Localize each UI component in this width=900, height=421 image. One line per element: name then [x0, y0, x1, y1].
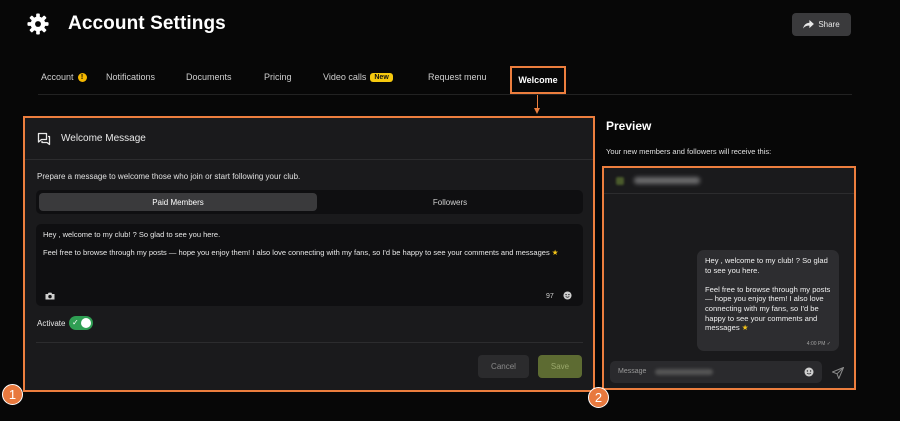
tab-account-label: Account [41, 72, 74, 82]
tab-pricing[interactable]: Pricing [264, 72, 292, 82]
message-text-line: Feel free to browse through my posts — h… [43, 248, 559, 257]
panel-divider [36, 342, 583, 343]
message-input[interactable]: Message [610, 361, 822, 383]
warning-icon: ! [77, 72, 87, 82]
blurred-username [655, 369, 713, 375]
message-text-line: Hey , welcome to my club! ? So glad to s… [43, 230, 221, 239]
tabs-divider [38, 94, 852, 95]
bubble-paragraph: Feel free to browse through my posts — h… [705, 285, 835, 333]
tab-video-calls[interactable]: Video calls New [323, 72, 393, 82]
star-icon: ★ [551, 248, 559, 257]
toggle-knob [81, 318, 91, 328]
message-text: Feel free to browse through my posts — h… [43, 248, 550, 257]
audience-segmented-control: Paid Members Followers [36, 190, 583, 214]
tab-notifications[interactable]: Notifications [106, 72, 155, 82]
share-button[interactable]: Share [792, 13, 851, 36]
message-icon [37, 132, 51, 146]
chat-header [604, 168, 854, 194]
preview-title: Preview [606, 119, 652, 133]
panel-header: Welcome Message [25, 118, 593, 160]
tab-welcome-label: Welcome [518, 75, 558, 85]
emoji-icon[interactable] [804, 367, 814, 377]
tab-request-menu-label: Request menu [428, 72, 487, 82]
panel-description: Prepare a message to welcome those who j… [37, 172, 301, 181]
cancel-button[interactable]: Cancel [478, 355, 529, 378]
message-placeholder: Message [618, 368, 647, 375]
avatar [616, 177, 624, 185]
check-icon: ✓ [72, 318, 79, 327]
annotation-marker-1: 1 [2, 384, 23, 405]
bubble-text: Hey , welcome to my club! ? So glad to s… [705, 256, 835, 333]
activate-toggle[interactable]: ✓ [69, 316, 93, 330]
bubble-text-body: Feel free to browse through my posts — h… [705, 284, 831, 333]
message-time: 4:00 PM ✓ [807, 341, 831, 347]
bubble-paragraph: Hey , welcome to my club! ? So glad to s… [705, 256, 828, 275]
page-title: Account Settings [68, 13, 226, 34]
tab-account[interactable]: Account ! [41, 72, 87, 82]
annotation-marker-2: 2 [588, 387, 609, 408]
share-arrow-icon [803, 20, 815, 29]
segment-followers[interactable]: Followers [320, 193, 580, 211]
tab-request-menu[interactable]: Request menu [428, 72, 487, 82]
tab-welcome[interactable]: Welcome [510, 66, 566, 94]
annotation-arrow-icon [534, 108, 540, 114]
read-check-icon: ✓ [826, 341, 831, 347]
tab-documents-label: Documents [186, 72, 232, 82]
message-bubble: Hey , welcome to my club! ? So glad to s… [697, 250, 839, 351]
activate-label: Activate [37, 319, 66, 328]
welcome-message-input[interactable]: Hey , welcome to my club! ? So glad to s… [36, 224, 583, 306]
segment-paid-members[interactable]: Paid Members [39, 193, 317, 211]
blurred-username [634, 177, 700, 184]
tab-video-calls-label: Video calls [323, 72, 367, 82]
character-count: 97 [546, 293, 554, 300]
emoji-icon[interactable] [563, 291, 572, 300]
preview-description: Your new members and followers will rece… [606, 147, 772, 156]
send-icon[interactable] [832, 367, 844, 379]
star-icon: ★ [741, 323, 749, 333]
save-button[interactable]: Save [538, 355, 582, 378]
new-badge: New [370, 72, 393, 82]
gear-icon [27, 13, 49, 35]
tab-notifications-label: Notifications [106, 72, 156, 82]
panel-title: Welcome Message [61, 133, 146, 144]
time-text: 4:00 PM [806, 341, 826, 347]
tab-pricing-label: Pricing [264, 72, 292, 82]
chat-preview: Hey , welcome to my club! ? So glad to s… [604, 168, 854, 388]
share-label: Share [818, 20, 840, 29]
tab-documents[interactable]: Documents [186, 72, 232, 82]
welcome-message-panel: Welcome Message Prepare a message to wel… [25, 118, 593, 390]
camera-icon[interactable] [45, 292, 55, 300]
